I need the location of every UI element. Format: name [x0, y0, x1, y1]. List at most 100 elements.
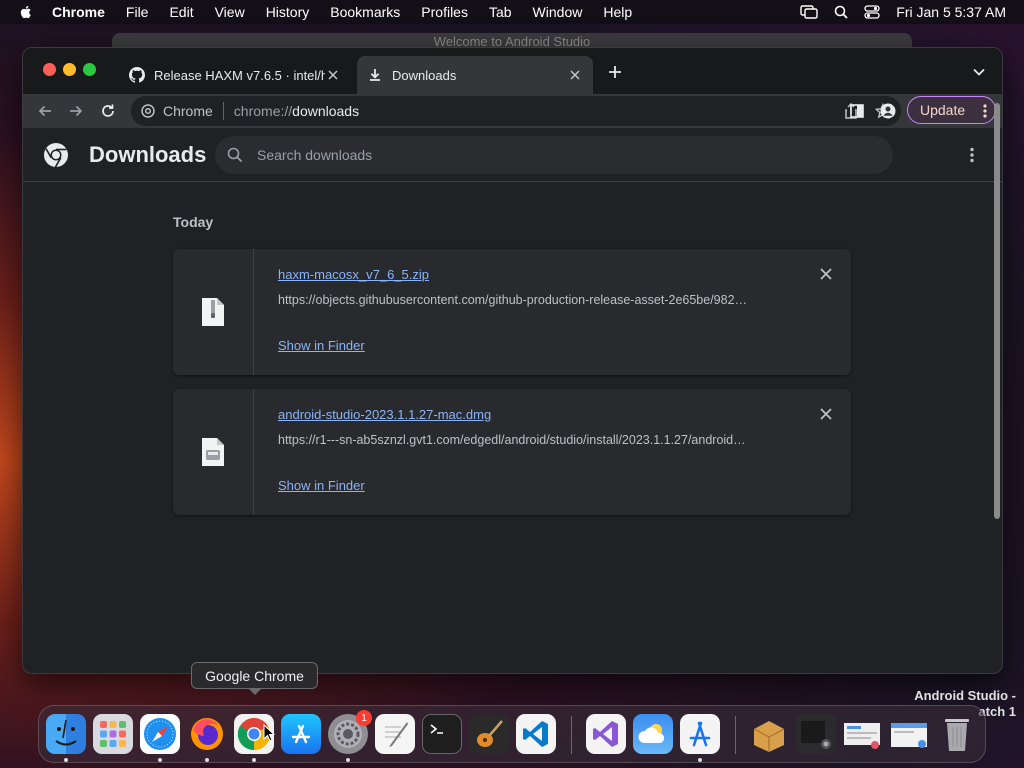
dock-app-vscode[interactable] — [516, 714, 556, 754]
menu-view[interactable]: View — [215, 4, 245, 20]
menu-edit[interactable]: Edit — [169, 4, 193, 20]
tab-title: Downloads — [392, 67, 457, 83]
dock-app-weather[interactable] — [633, 714, 673, 754]
dock-tooltip: Google Chrome — [191, 662, 318, 695]
file-icon-column — [173, 389, 254, 515]
dock-app-preview[interactable] — [843, 714, 883, 754]
download-item: haxm-macosx_v7_6_5.zip https://objects.g… — [173, 249, 851, 375]
dock-app-garageband[interactable] — [469, 714, 509, 754]
dock-app-terminal[interactable] — [422, 714, 462, 754]
menu-profiles[interactable]: Profiles — [421, 4, 468, 20]
terminal-prompt-icon — [430, 724, 443, 734]
zip-file-icon — [202, 298, 224, 326]
address-bar[interactable]: Chrome chrome://downloads — [131, 96, 901, 126]
tab-close-icon[interactable] — [567, 67, 583, 83]
side-panel-icon[interactable] — [849, 103, 865, 119]
remove-download-close-icon[interactable] — [819, 267, 833, 281]
dock-app-archive-utility[interactable] — [749, 714, 789, 754]
dock-app-xcode[interactable] — [680, 714, 720, 754]
search-downloads-box[interactable] — [215, 136, 893, 174]
file-name-link[interactable]: haxm-macosx_v7_6_5.zip — [278, 267, 429, 282]
remove-download-close-icon[interactable] — [819, 407, 833, 421]
menu-help[interactable]: Help — [603, 4, 632, 20]
menubar-clock[interactable]: Fri Jan 5 5:37 AM — [896, 4, 1006, 20]
menu-history[interactable]: History — [266, 4, 310, 20]
show-in-finder-link[interactable]: Show in Finder — [278, 338, 365, 353]
file-source-url[interactable]: https://r1---sn-ab5sznzl.gvt1.com/edgedl… — [278, 433, 778, 447]
vscode-icon — [523, 721, 548, 747]
file-name-link[interactable]: android-studio-2023.1.1.27-mac.dmg — [278, 407, 491, 422]
tab-close-icon[interactable] — [325, 67, 341, 83]
dock-app-app-store[interactable] — [281, 714, 321, 754]
window-zoom-button[interactable] — [83, 63, 96, 76]
scrollbar-thumb[interactable] — [994, 103, 1000, 519]
dock-app-launchpad[interactable] — [93, 714, 133, 754]
search-icon — [227, 147, 243, 163]
url-host: downloads — [292, 103, 360, 119]
chrome-logo-icon — [44, 143, 68, 168]
dock-app-visual-studio[interactable] — [586, 714, 626, 754]
forward-arrow-icon[interactable] — [68, 103, 84, 119]
menu-bar: Chrome File Edit View History Bookmarks … — [0, 0, 1024, 24]
file-source-url[interactable]: https://objects.githubusercontent.com/gi… — [278, 293, 778, 307]
screen-mirroring-icon[interactable] — [800, 5, 818, 19]
window-scrollbar[interactable] — [992, 95, 1002, 525]
file-icon-column — [173, 249, 254, 375]
android-studio-label-line1: Android Studio - — [914, 688, 1016, 703]
new-tab-plus-icon[interactable] — [607, 64, 623, 80]
downloads-header: Downloads — [23, 128, 1002, 182]
app-store-icon — [291, 724, 311, 744]
dock-app-finder[interactable] — [46, 714, 86, 754]
dock-app-firefox[interactable] — [187, 714, 227, 754]
search-downloads-input[interactable] — [257, 147, 857, 163]
spotlight-search-icon[interactable] — [834, 5, 848, 19]
disk-image-file-icon — [202, 438, 224, 466]
chrome-menu-kebab-icon[interactable] — [983, 103, 987, 119]
site-info-chip[interactable]: Chrome — [141, 102, 224, 120]
profile-avatar-icon[interactable] — [880, 103, 896, 119]
dock-app-mail[interactable] — [890, 714, 930, 754]
running-indicator — [252, 758, 256, 762]
tab-search-chevron-icon[interactable] — [972, 65, 986, 79]
window-close-button[interactable] — [43, 63, 56, 76]
window-minimize-button[interactable] — [63, 63, 76, 76]
menu-file[interactable]: File — [126, 4, 149, 20]
weather-cloud-icon — [638, 724, 665, 743]
tab-release-haxm[interactable]: Release HAXM v7.6.5 · intel/haxm — [119, 56, 351, 94]
more-actions-kebab-icon[interactable] — [970, 147, 974, 163]
download-icon — [370, 69, 380, 81]
dock-app-safari[interactable] — [140, 714, 180, 754]
visual-studio-icon — [593, 721, 618, 747]
preview-icon — [844, 723, 880, 749]
tab-title: Release HAXM v7.6.5 · intel/haxm — [154, 67, 325, 83]
update-button-label: Update — [920, 102, 966, 118]
dock-app-textedit[interactable] — [375, 714, 415, 754]
back-arrow-icon[interactable] — [37, 103, 53, 119]
dock-app-trash[interactable] — [937, 714, 977, 754]
settings-notification-badge: 1 — [356, 710, 372, 726]
trash-can-icon — [945, 719, 969, 751]
finder-icon — [55, 719, 77, 746]
chrome-logo-icon — [141, 104, 155, 118]
update-chrome-button[interactable]: Update — [907, 96, 996, 124]
reload-icon[interactable] — [100, 103, 116, 119]
menu-tab[interactable]: Tab — [489, 4, 512, 20]
menu-window[interactable]: Window — [533, 4, 583, 20]
site-chip-label: Chrome — [163, 103, 213, 119]
show-in-finder-link[interactable]: Show in Finder — [278, 478, 365, 493]
running-indicator — [64, 758, 68, 762]
xcode-icon — [689, 721, 711, 747]
dock-app-screenshot[interactable] — [796, 714, 836, 754]
menu-app-name[interactable]: Chrome — [52, 4, 105, 20]
screenshot-camera-icon — [801, 721, 831, 749]
running-indicator — [698, 758, 702, 762]
download-item: android-studio-2023.1.1.27-mac.dmg https… — [173, 389, 851, 515]
tab-downloads[interactable]: Downloads — [357, 56, 593, 94]
control-center-icon[interactable] — [864, 5, 880, 19]
section-date-heading: Today — [173, 214, 214, 230]
menubar-status-area: Fri Jan 5 5:37 AM — [800, 0, 1006, 24]
running-indicator — [205, 758, 209, 762]
menu-bookmarks[interactable]: Bookmarks — [330, 4, 400, 20]
apple-menu-icon[interactable] — [18, 4, 34, 20]
mail-envelope-icon — [891, 723, 927, 748]
